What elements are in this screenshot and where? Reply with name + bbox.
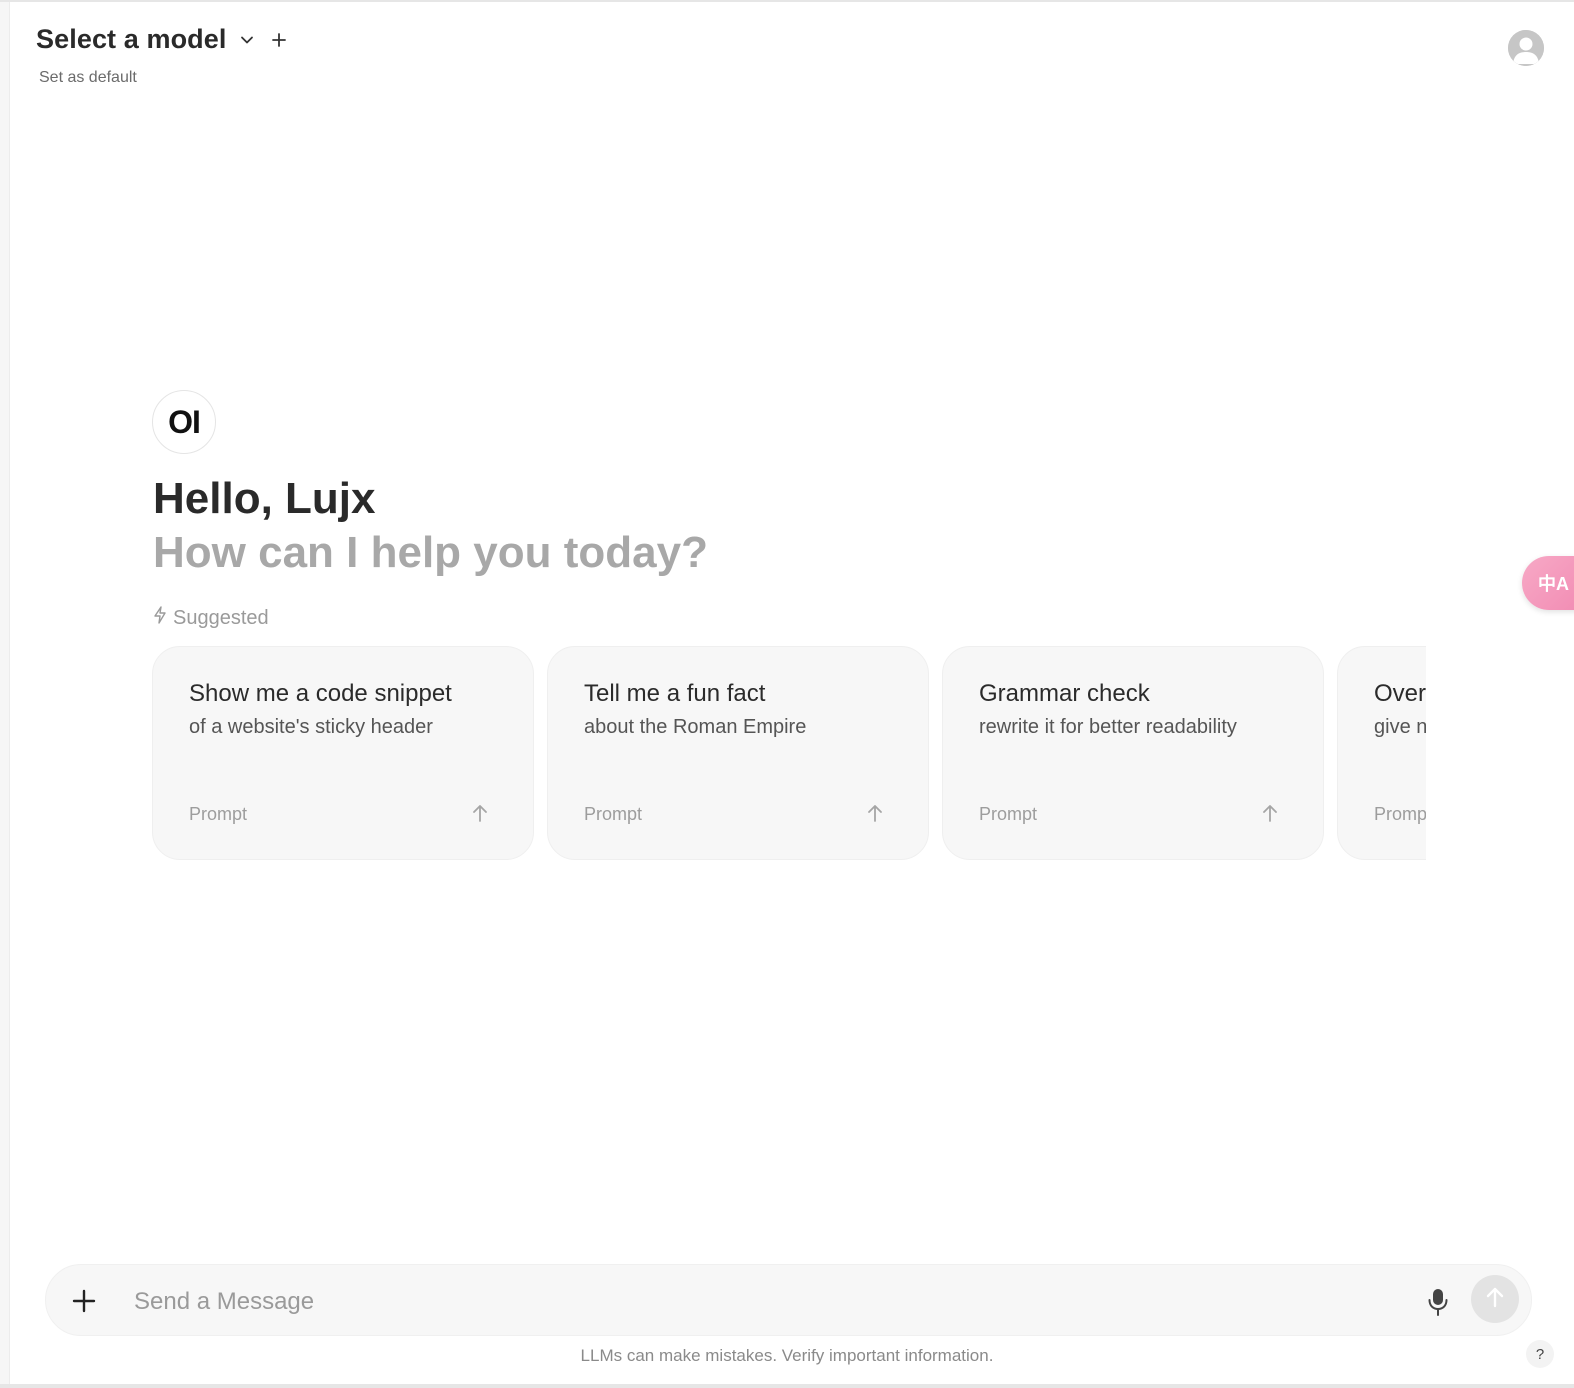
microphone-icon[interactable] (1426, 1287, 1450, 1316)
suggestion-title: Show me a code snippet (189, 680, 452, 707)
send-button[interactable] (1471, 1275, 1519, 1323)
suggestion-tag: Prompt (979, 804, 1038, 824)
app-logo: OI (152, 390, 216, 454)
suggestion-subtitle: give n (1374, 716, 1426, 738)
arrow-up-icon[interactable] (1259, 802, 1281, 824)
message-composer (45, 1264, 1532, 1336)
suggestion-card[interactable]: Over give n Prompt (1337, 646, 1426, 860)
translate-icon: 中A (1538, 574, 1569, 594)
suggestion-card[interactable]: Grammar check rewrite it for better read… (942, 646, 1324, 860)
message-input[interactable] (132, 1279, 1406, 1325)
attach-plus-icon[interactable] (70, 1287, 98, 1315)
suggestion-tag: Prompt (584, 804, 643, 824)
app-window: Select a model Set as default 中A OI Hell… (0, 0, 1574, 1388)
suggestion-subtitle: rewrite it for better readability (979, 716, 1237, 738)
arrow-up-icon[interactable] (469, 802, 491, 824)
suggestion-title: Grammar check (979, 680, 1150, 707)
suggestion-tag: Prompt (1374, 804, 1426, 824)
greeting-subheading: How can I help you today? (153, 528, 708, 577)
suggested-text: Suggested (173, 606, 269, 629)
arrow-up-icon[interactable] (864, 802, 886, 824)
chevron-down-icon[interactable] (236, 29, 258, 51)
suggestion-title: Over (1374, 680, 1426, 707)
greeting-heading: Hello, Lujx (153, 474, 376, 523)
suggestion-subtitle: of a website's sticky header (189, 716, 433, 738)
arrow-up-icon (1482, 1284, 1508, 1315)
model-selector[interactable]: Select a model (36, 24, 290, 55)
suggestion-tag: Prompt (189, 804, 248, 824)
suggestion-subtitle: about the Roman Empire (584, 716, 807, 738)
model-selector-label[interactable]: Select a model (36, 24, 226, 55)
sidebar-edge (0, 2, 10, 1384)
translate-button[interactable]: 中A (1522, 556, 1574, 610)
user-avatar-icon[interactable] (1508, 30, 1544, 66)
suggested-label: Suggested (153, 606, 269, 630)
logo-text: OI (168, 403, 201, 440)
help-button[interactable]: ? (1526, 1340, 1554, 1368)
suggestions-track: Show me a code snippet of a website's st… (152, 646, 1426, 860)
suggestion-title: Tell me a fun fact (584, 680, 766, 707)
suggestions-carousel[interactable]: Show me a code snippet of a website's st… (152, 646, 1426, 862)
lightning-icon (153, 606, 167, 630)
add-model-plus-icon[interactable] (268, 29, 290, 51)
suggestion-card[interactable]: Show me a code snippet of a website's st… (152, 646, 534, 860)
suggestion-card[interactable]: Tell me a fun fact about the Roman Empir… (547, 646, 929, 860)
set-as-default-link[interactable]: Set as default (39, 69, 137, 87)
disclaimer-text: LLMs can make mistakes. Verify important… (580, 1346, 994, 1365)
